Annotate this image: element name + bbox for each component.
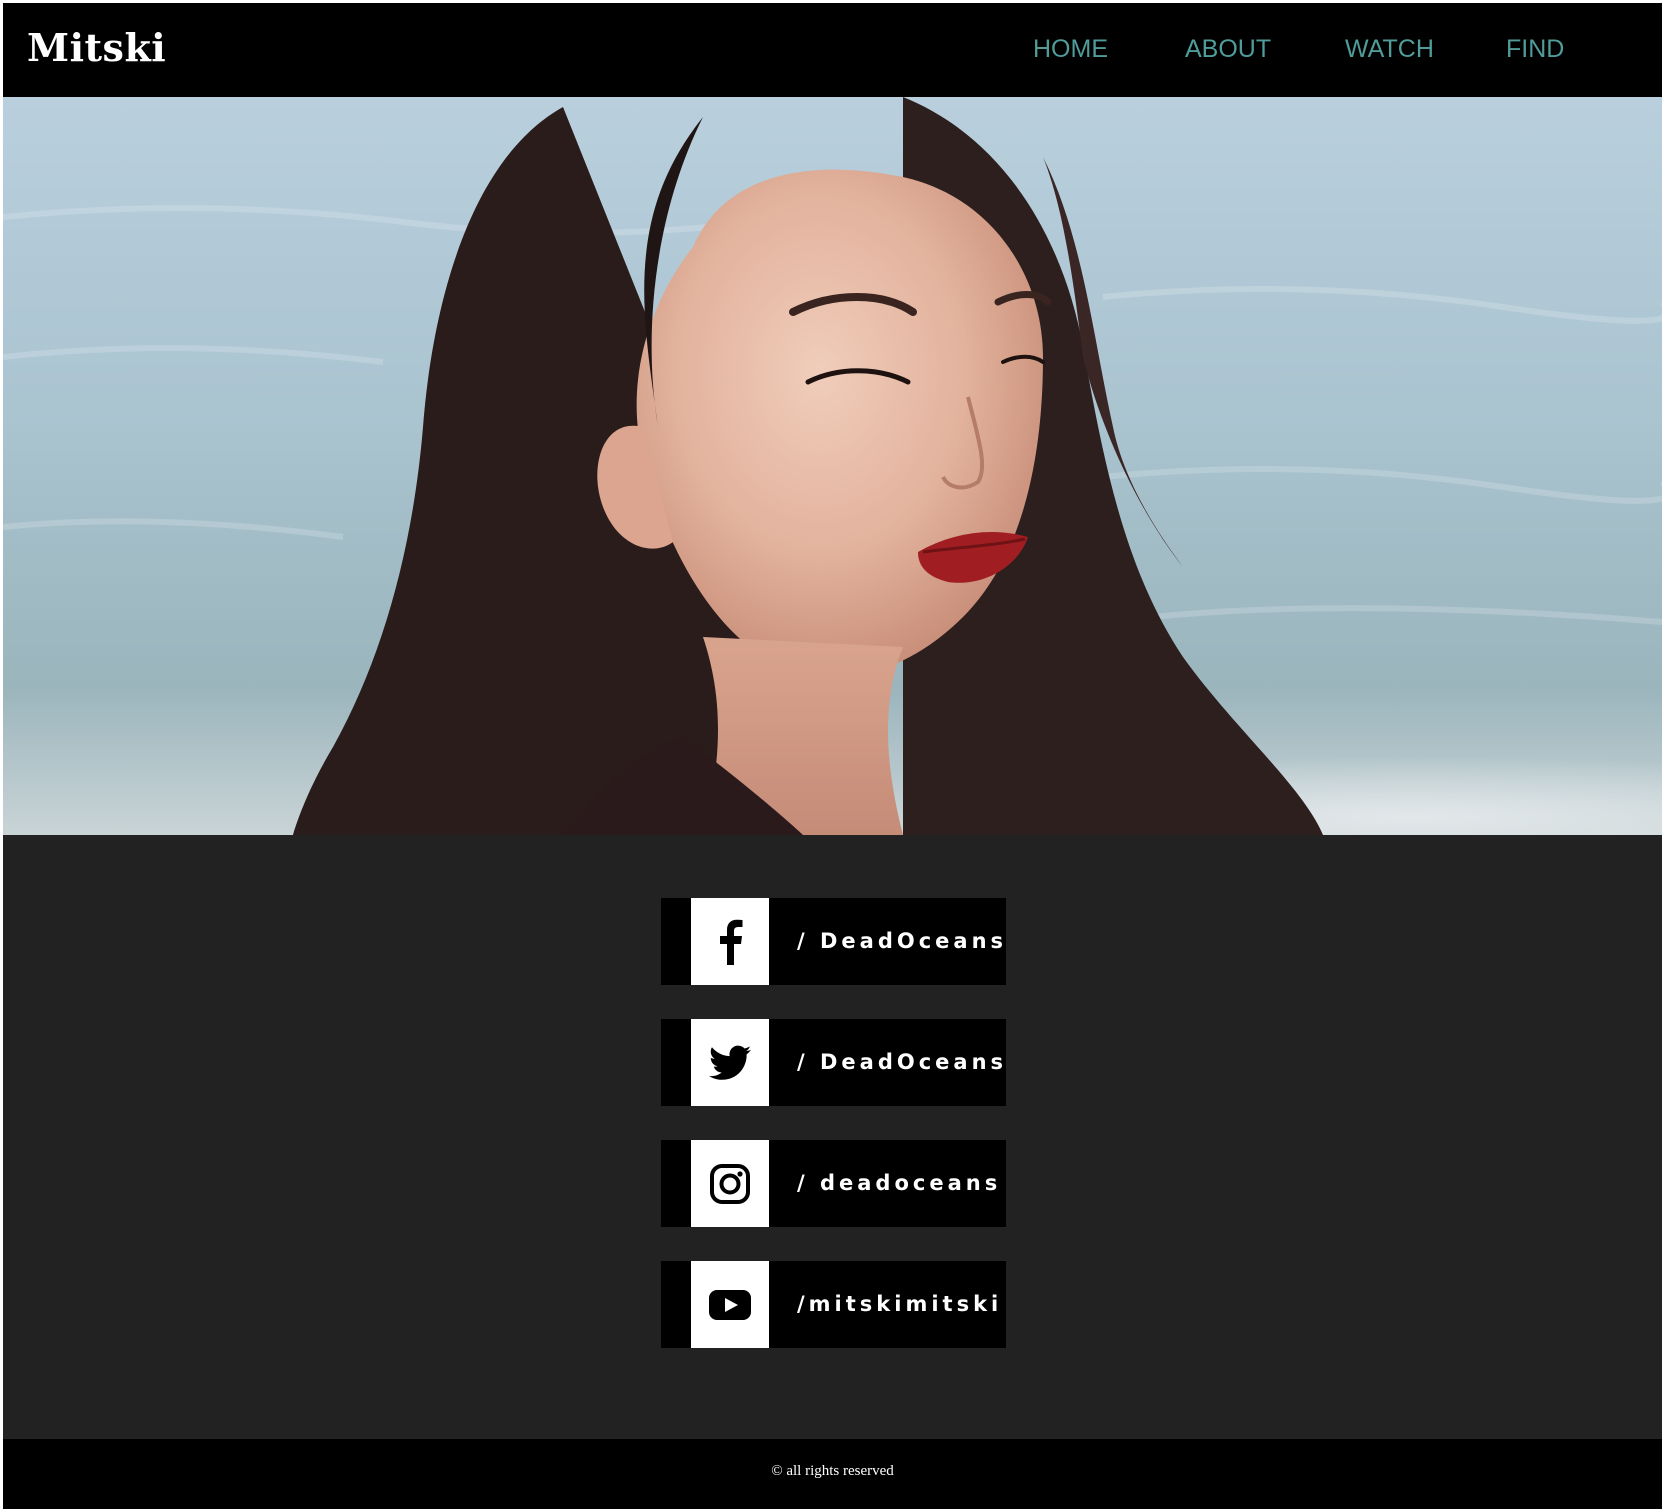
youtube-icon-box bbox=[691, 1261, 769, 1348]
nav-find[interactable]: FIND bbox=[1506, 35, 1564, 64]
twitter-icon-box bbox=[691, 1019, 769, 1106]
instagram-icon-box bbox=[691, 1140, 769, 1227]
social-handle-youtube: /mitskimitski bbox=[797, 1292, 1003, 1316]
page-frame: Mitski HOME ABOUT WATCH FIND / DeadOcean… bbox=[3, 3, 1662, 1509]
social-links: / DeadOceans / DeadOceans / deadoceans /… bbox=[3, 835, 1662, 1439]
nav-about[interactable]: ABOUT bbox=[1185, 35, 1271, 64]
portrait-photo bbox=[3, 97, 1662, 835]
copyright-text: © all rights reserved bbox=[771, 1463, 894, 1479]
facebook-icon-box bbox=[691, 898, 769, 985]
twitter-icon bbox=[709, 1045, 751, 1080]
social-handle-facebook: / DeadOceans bbox=[797, 929, 1008, 953]
nav-home[interactable]: HOME bbox=[1033, 35, 1108, 64]
nav-watch[interactable]: WATCH bbox=[1345, 35, 1434, 64]
social-handle-instagram: / deadoceans bbox=[797, 1171, 1002, 1195]
instagram-icon bbox=[710, 1163, 750, 1204]
social-link-facebook[interactable]: / DeadOceans bbox=[661, 898, 1006, 985]
social-handle-twitter: / DeadOceans bbox=[797, 1050, 1008, 1074]
hero-image bbox=[3, 97, 1662, 835]
site-logo[interactable]: Mitski bbox=[27, 25, 166, 70]
social-link-youtube[interactable]: /mitskimitski bbox=[661, 1261, 1006, 1348]
youtube-icon bbox=[709, 1289, 751, 1320]
page-footer: © all rights reserved bbox=[3, 1439, 1662, 1509]
top-navbar: Mitski HOME ABOUT WATCH FIND bbox=[3, 3, 1662, 97]
facebook-icon bbox=[720, 919, 743, 965]
social-link-instagram[interactable]: / deadoceans bbox=[661, 1140, 1006, 1227]
social-link-twitter[interactable]: / DeadOceans bbox=[661, 1019, 1006, 1106]
